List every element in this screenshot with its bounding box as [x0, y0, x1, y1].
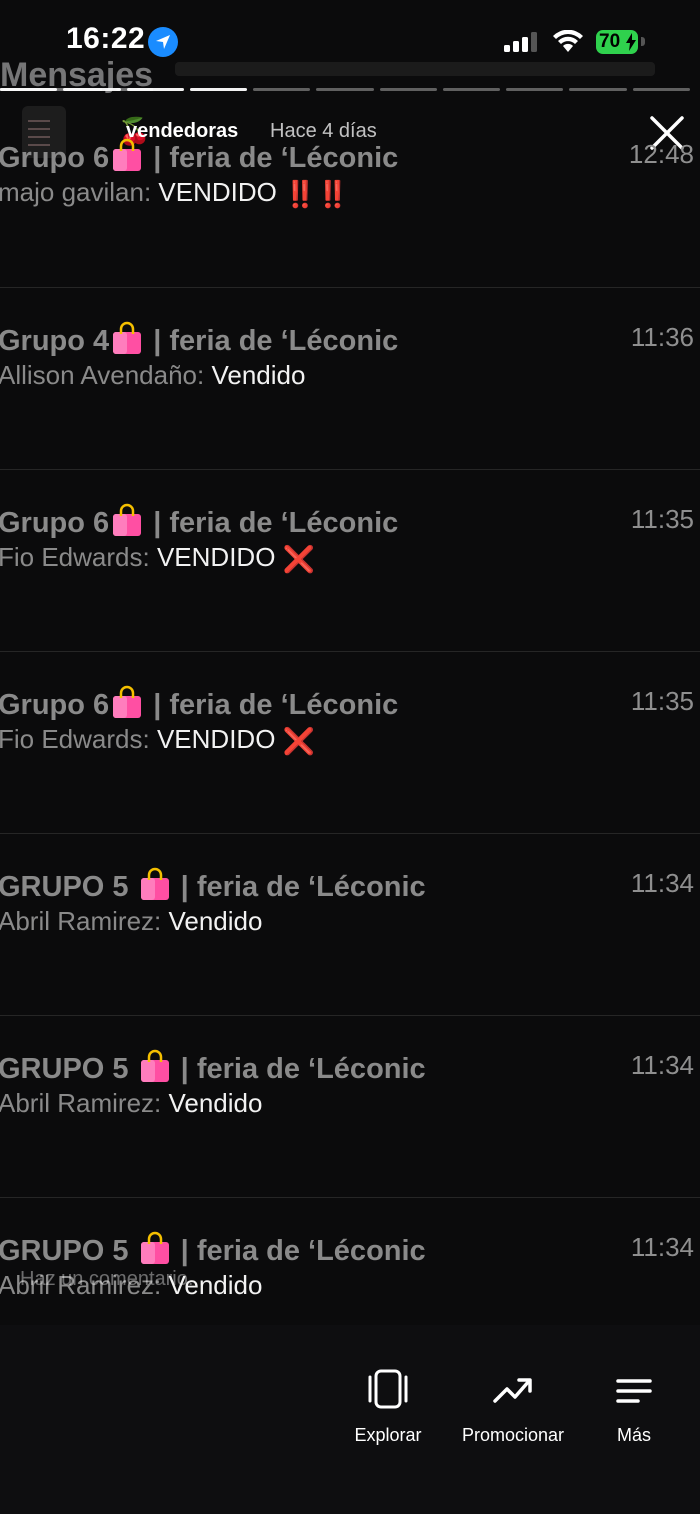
cross-mark-icon: ❌ [282, 544, 316, 574]
story-progress-segment [379, 88, 437, 91]
chat-title-suffix: | feria de ‘Léconic [145, 689, 399, 721]
chat-group-name: GRUPO 5 [0, 1053, 137, 1085]
battery-icon: 70 [596, 30, 638, 54]
chat-title: GRUPO 5 | feria de ‘Léconic [0, 1230, 426, 1268]
chat-message: VENDIDO [149, 542, 283, 572]
location-arrow-icon [148, 27, 178, 57]
chat-row[interactable]: GRUPO 5 | feria de ‘Léconic 11:34 Abril Ra… [0, 1015, 700, 1198]
chat-preview: Allison Avendaño: Vendido [0, 360, 305, 391]
chat-preview: Abril Ramirez: Vendido [0, 906, 262, 937]
chat-message: Vendido [161, 1088, 263, 1118]
story-progress-segment [253, 88, 311, 91]
chat-title: Grupo 6 | feria de ‘Léconic [0, 502, 398, 540]
promote-label: Promocionar [461, 1425, 565, 1445]
chat-title-suffix: | feria de ‘Léconic [145, 142, 399, 174]
chat-row[interactable]: Grupo 6 | feria de ‘Léconic 12:48 majo gav… [0, 105, 700, 287]
chat-sender: majo gavilan: [0, 177, 152, 207]
chat-preview: majo gavilan: VENDIDO ‼️‼️ [0, 177, 349, 210]
shopping-bag-icon [137, 866, 173, 902]
chat-time: 11:35 [630, 686, 694, 716]
shopping-bag-icon [109, 137, 145, 173]
chat-time: 11:35 [630, 504, 694, 534]
more-button[interactable]: Más [606, 1369, 662, 1446]
chat-group-name: GRUPO 5 [0, 1235, 137, 1267]
chat-message: VENDIDO [149, 724, 283, 754]
story-progress-bar [0, 88, 690, 92]
chat-sender: Allison Avendaño: [0, 360, 205, 390]
explore-label: Explorar [354, 1425, 422, 1445]
chat-group-name: Grupo 6 [0, 507, 110, 539]
charging-bolt-icon [626, 33, 636, 51]
wifi-icon [553, 30, 583, 52]
chat-row[interactable]: GRUPO 5 | feria de ‘Léconic 11:34 Abril Ra… [0, 833, 700, 1016]
shopping-bag-icon [109, 320, 145, 356]
promote-button[interactable]: Promocionar [456, 1369, 570, 1446]
shopping-bag-icon [109, 502, 145, 538]
cellular-signal-icon [504, 32, 537, 52]
chat-row[interactable]: Grupo 6 | feria de ‘Léconic 11:35 Fio Edwa… [0, 469, 700, 652]
chat-title: Grupo 6 | feria de ‘Léconic [0, 137, 398, 175]
chat-title-suffix: | feria de ‘Léconic [172, 1235, 426, 1267]
background-ghost-text [175, 62, 655, 76]
menu-lines-icon [616, 1379, 652, 1403]
battery-level: 70 [599, 31, 621, 52]
chat-title-suffix: | feria de ‘Léconic [145, 325, 399, 357]
chat-time: 11:36 [630, 322, 694, 352]
battery-cap [641, 37, 645, 46]
story-progress-segment [63, 88, 121, 91]
story-progress-segment [126, 88, 184, 91]
chat-title: GRUPO 5 | feria de ‘Léconic [0, 866, 426, 904]
chat-preview: Abril Ramirez: Vendido [0, 1088, 262, 1119]
comment-input[interactable]: Haz un comentario... [20, 1268, 205, 1291]
story-progress-segment [569, 88, 627, 91]
chat-group-name: GRUPO 5 [0, 871, 137, 903]
shopping-bag-icon [137, 1048, 173, 1084]
status-time: 16:22 [66, 22, 146, 55]
chat-title-suffix: | feria de ‘Léconic [172, 871, 426, 903]
more-label: Más [616, 1425, 651, 1445]
chat-title: Grupo 4 | feria de ‘Léconic [0, 320, 398, 358]
chat-time: 12:48 [628, 139, 694, 169]
chat-title-suffix: | feria de ‘Léconic [145, 507, 399, 539]
chat-title: Grupo 6 | feria de ‘Léconic [0, 684, 398, 722]
shopping-bag-icon [109, 684, 145, 720]
chat-message: Vendido [204, 360, 306, 390]
chat-time: 11:34 [630, 868, 694, 898]
story-progress-segment [506, 88, 564, 91]
chat-preview: Fio Edwards: VENDIDO ❌ [0, 724, 315, 757]
explore-button[interactable]: Explorar [350, 1369, 426, 1446]
chat-sender: Fio Edwards: [0, 724, 150, 754]
story-progress-segment [442, 88, 501, 91]
chat-group-name: Grupo 6 [0, 142, 110, 174]
chat-time: 11:34 [630, 1050, 694, 1080]
chat-title-suffix: | feria de ‘Léconic [172, 1053, 426, 1085]
story-progress-segment [316, 88, 374, 91]
chat-sender: Fio Edwards: [0, 542, 150, 572]
chat-row[interactable]: Grupo 4 | feria de ‘Léconic 11:36 Allison … [0, 287, 700, 470]
double-exclamation-icon: ‼️‼️ [284, 179, 349, 209]
bottom-toolbar: Explorar Promocionar Más [0, 1325, 700, 1514]
chat-preview: Fio Edwards: VENDIDO ❌ [0, 542, 315, 575]
chat-time: 11:34 [630, 1232, 694, 1262]
chat-group-name: Grupo 4 [0, 325, 110, 357]
cross-mark-icon: ❌ [282, 726, 316, 756]
chat-message: VENDIDO [151, 177, 285, 207]
chat-sender: Abril Ramirez: [0, 906, 162, 936]
chat-group-name: Grupo 6 [0, 689, 110, 721]
explore-icon [368, 1369, 408, 1409]
shopping-bag-icon [137, 1230, 173, 1266]
story-progress-segment [0, 88, 58, 91]
chat-row[interactable]: Grupo 6 | feria de ‘Léconic 11:35 Fio Edwa… [0, 651, 700, 834]
chat-title: GRUPO 5 | feria de ‘Léconic [0, 1048, 426, 1086]
trending-up-icon [493, 1378, 532, 1403]
chat-sender: Abril Ramirez: [0, 1088, 162, 1118]
story-progress-segment [632, 88, 690, 91]
chat-message: Vendido [161, 906, 263, 936]
story-progress-segment [189, 88, 248, 91]
